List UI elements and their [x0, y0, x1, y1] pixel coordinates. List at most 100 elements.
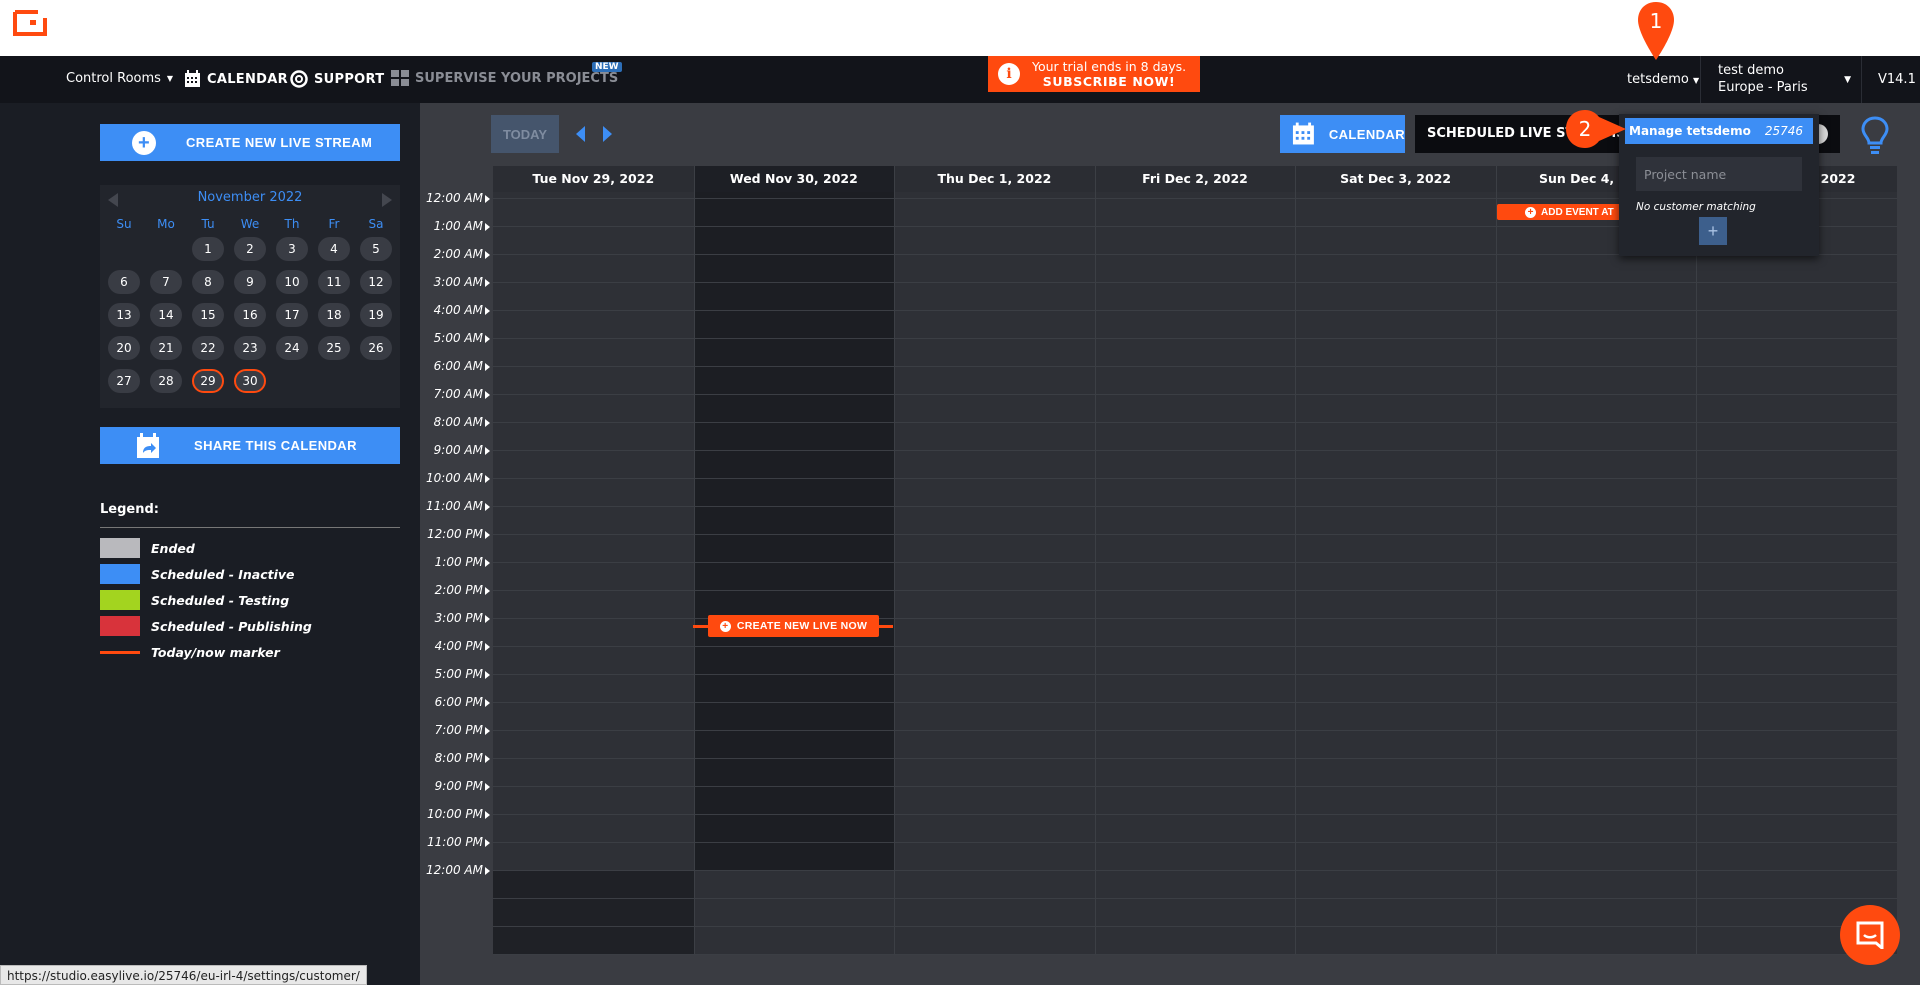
- day-column[interactable]: [1295, 192, 1496, 954]
- time-label: 3:00 AM: [420, 275, 490, 289]
- top-white-area: [0, 0, 1920, 56]
- create-live-stream-button[interactable]: + CREATE NEW LIVE STREAM: [100, 124, 400, 161]
- mini-calendar-day[interactable]: 22: [192, 336, 224, 360]
- chevron-down-icon: ▼: [166, 74, 174, 83]
- mini-calendar-day[interactable]: 9: [234, 270, 266, 294]
- mini-calendar-day[interactable]: 7: [150, 270, 182, 294]
- day-header: Thu Dec 1, 2022: [894, 166, 1095, 192]
- time-label: 6:00 PM: [420, 695, 490, 709]
- mini-calendar-day[interactable]: 17: [276, 303, 308, 327]
- add-event-button[interactable]: + ADD EVENT AT: [1497, 204, 1622, 220]
- mini-calendar-day[interactable]: 1: [192, 237, 224, 261]
- grid-hour-line: [493, 786, 1897, 787]
- share-calendar-button[interactable]: SHARE THIS CALENDAR: [100, 427, 400, 464]
- calendar-view-button[interactable]: CALENDAR: [1280, 115, 1405, 153]
- legend-item: Scheduled - Inactive: [100, 564, 295, 584]
- chevron-down-icon: ▼: [1692, 76, 1700, 85]
- chat-support-button[interactable]: [1840, 905, 1900, 965]
- legend-label: Scheduled - Inactive: [151, 566, 295, 582]
- mini-calendar-day[interactable]: 26: [360, 336, 392, 360]
- legend-divider: [100, 527, 400, 528]
- easylive-logo-icon[interactable]: [12, 8, 48, 38]
- mini-calendar-day[interactable]: 25: [318, 336, 350, 360]
- mini-calendar-day[interactable]: 4: [318, 237, 350, 261]
- today-button[interactable]: TODAY: [491, 115, 559, 153]
- mini-calendar-day[interactable]: 23: [234, 336, 266, 360]
- mini-calendar-day[interactable]: 24: [276, 336, 308, 360]
- mini-calendar-day[interactable]: 29: [192, 369, 224, 393]
- previous-week-icon[interactable]: [576, 126, 585, 142]
- mini-calendar-day[interactable]: 18: [318, 303, 350, 327]
- mini-calendar-day[interactable]: 15: [192, 303, 224, 327]
- project-name-input[interactable]: [1636, 157, 1802, 191]
- mini-calendar-day[interactable]: 21: [150, 336, 182, 360]
- next-day-shade: [493, 870, 694, 954]
- mini-calendar-day[interactable]: 12: [360, 270, 392, 294]
- account-selector[interactable]: test demo Europe - Paris ▼: [1700, 56, 1862, 103]
- mini-calendar-day[interactable]: 20: [108, 336, 140, 360]
- plus-circle-icon: +: [1525, 206, 1536, 218]
- time-label: 10:00 PM: [420, 807, 490, 821]
- weekday-label: Sa: [368, 217, 384, 231]
- day-column[interactable]: [1495, 192, 1697, 954]
- day-column[interactable]: [1696, 192, 1897, 954]
- add-customer-button[interactable]: +: [1699, 217, 1727, 245]
- grid-hour-line: [493, 870, 1897, 871]
- grid-hour-line: [493, 814, 1897, 815]
- control-rooms-menu[interactable]: Control Rooms ▼: [66, 71, 173, 86]
- plus-circle-icon: +: [719, 620, 731, 632]
- mini-calendar-day[interactable]: 10: [276, 270, 308, 294]
- mini-calendar-day[interactable]: 28: [150, 369, 182, 393]
- mini-calendar-day[interactable]: 5: [360, 237, 392, 261]
- manage-customer-link[interactable]: Manage tetsdemo 25746: [1625, 118, 1813, 144]
- nav-supervise-projects[interactable]: SUPERVISE YOUR PROJECTS: [391, 70, 618, 86]
- grid-hour-line: [493, 842, 1897, 843]
- grid-hour-line: [493, 954, 1897, 955]
- create-new-live-now-button[interactable]: + CREATE NEW LIVE NOW: [708, 615, 879, 637]
- mini-calendar-day[interactable]: 27: [108, 369, 140, 393]
- mini-calendar-day[interactable]: 30: [234, 369, 266, 393]
- legend-label: Ended: [151, 540, 195, 556]
- user-name: tetsdemo: [1627, 72, 1689, 87]
- add-event-label: ADD EVENT AT: [1541, 206, 1614, 218]
- mini-calendar-day[interactable]: 3: [276, 237, 308, 261]
- legend-item: Scheduled - Publishing: [100, 616, 312, 636]
- legend-item: Scheduled - Testing: [100, 590, 289, 610]
- mini-calendar-day[interactable]: 8: [192, 270, 224, 294]
- grid-column-line: [1495, 166, 1497, 954]
- day-column[interactable]: [693, 192, 895, 954]
- day-column[interactable]: [894, 192, 1095, 954]
- day-column[interactable]: [493, 192, 694, 954]
- trial-banner[interactable]: i Your trial ends in 8 days. SUBSCRIBE N…: [988, 56, 1200, 92]
- account-region: Europe - Paris: [1718, 80, 1808, 95]
- grid-column-line: [693, 166, 695, 954]
- step-marker-1: 1: [1638, 2, 1674, 60]
- new-badge: NEW: [592, 62, 622, 72]
- grid-hour-line: [493, 562, 1897, 563]
- nav-calendar[interactable]: CALENDAR: [184, 70, 288, 88]
- subscribe-now-link[interactable]: SUBSCRIBE NOW!: [1043, 74, 1176, 89]
- grid-hour-line: [493, 926, 1897, 927]
- manage-customer-label: Manage tetsdemo: [1629, 124, 1751, 138]
- mini-calendar-day[interactable]: 2: [234, 237, 266, 261]
- time-label: 3:00 PM: [420, 611, 490, 625]
- grid-hour-line: [493, 730, 1897, 731]
- mini-calendar-day[interactable]: 13: [108, 303, 140, 327]
- mini-calendar-day[interactable]: 19: [360, 303, 392, 327]
- mini-calendar-day[interactable]: 11: [318, 270, 350, 294]
- legend-swatch: [100, 590, 140, 610]
- day-column[interactable]: [1094, 192, 1296, 954]
- user-menu[interactable]: tetsdemo ▼: [1627, 72, 1699, 87]
- weekday-label: We: [240, 217, 260, 231]
- next-week-icon[interactable]: [603, 126, 612, 142]
- mini-calendar-day[interactable]: 16: [234, 303, 266, 327]
- time-label: 9:00 AM: [420, 443, 490, 457]
- mini-calendar-day[interactable]: 6: [108, 270, 140, 294]
- nav-support[interactable]: SUPPORT: [290, 70, 384, 88]
- lightbulb-icon[interactable]: [1860, 115, 1890, 155]
- calendar-share-icon: [137, 432, 159, 458]
- weekday-label: Fr: [328, 217, 340, 231]
- next-month-icon[interactable]: [382, 193, 392, 207]
- mini-calendar-day[interactable]: 14: [150, 303, 182, 327]
- day-header: Wed Nov 30, 2022: [693, 166, 895, 192]
